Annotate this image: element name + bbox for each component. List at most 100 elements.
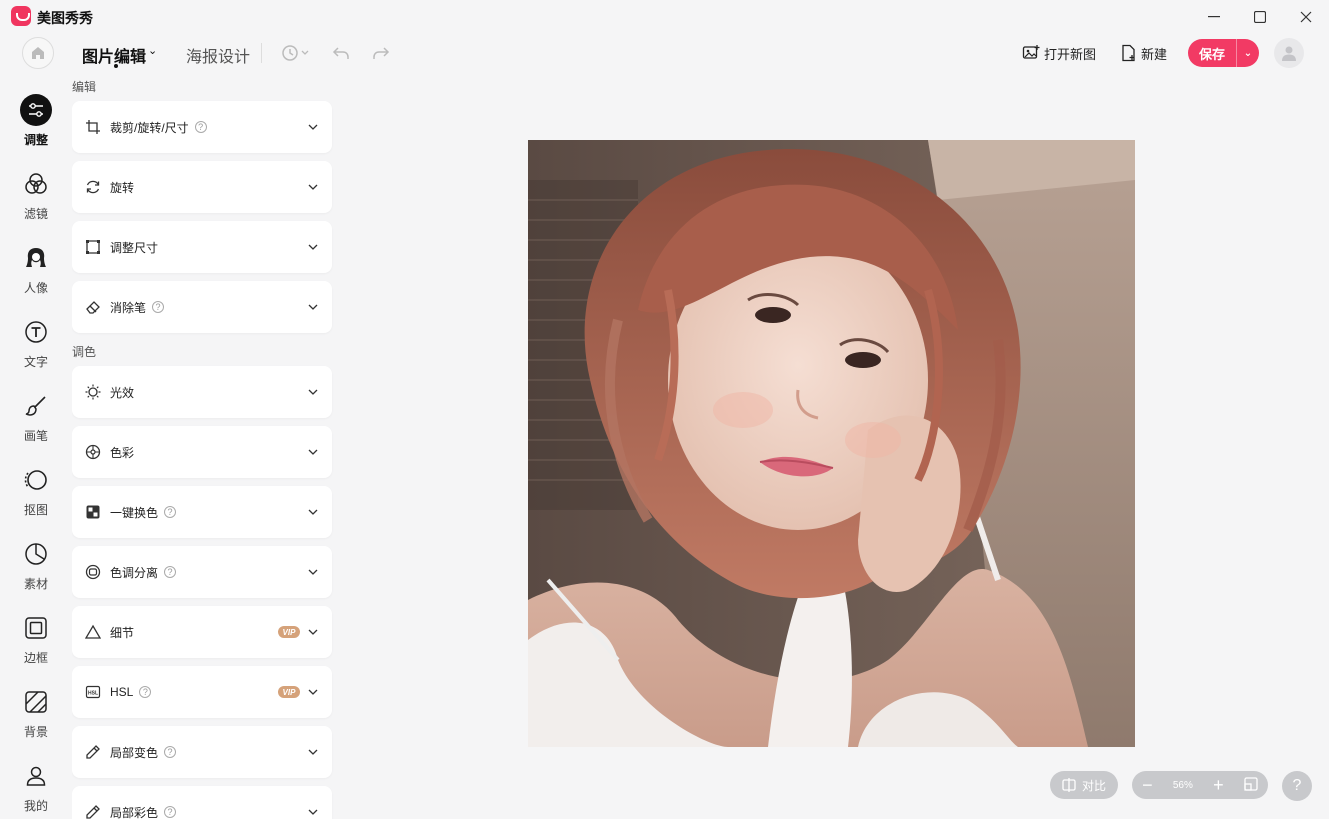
panel-item-label: 旋转: [110, 180, 135, 195]
rail-label-brush: 画笔: [23, 429, 48, 443]
chevron-down-icon: [306, 120, 320, 134]
new-button[interactable]: 新建: [1121, 44, 1167, 62]
sticker-icon: [20, 538, 52, 570]
rail-item-frame[interactable]: 边框: [0, 612, 72, 672]
chevron-down-icon: [306, 240, 320, 254]
chevron-down-icon: [306, 385, 320, 399]
fit-to-screen-button[interactable]: [1244, 776, 1258, 794]
undo-icon: [332, 47, 349, 59]
close-button[interactable]: [1298, 9, 1314, 25]
panel-item-label: 裁剪/旋转/尺寸: [110, 120, 189, 135]
title-bar: 美图秀秀: [0, 0, 1329, 34]
chevron-down-icon[interactable]: ⌄: [148, 44, 157, 57]
history-icon: [282, 45, 309, 61]
detail-icon: [84, 623, 102, 641]
panel-item-tone-split[interactable]: 色调分离 ?: [72, 546, 332, 598]
cutout-icon: [20, 464, 52, 496]
help-icon[interactable]: ?: [194, 121, 207, 133]
panel-item-label: HSL: [110, 685, 134, 699]
help-button[interactable]: ?: [1282, 771, 1312, 801]
panel-item-light[interactable]: 光效: [72, 366, 332, 418]
new-file-icon: [1122, 44, 1135, 62]
rail-item-adjust[interactable]: 调整: [0, 94, 72, 154]
history-button[interactable]: [280, 43, 310, 63]
background-icon: [20, 686, 52, 718]
panel-item-label: 消除笔: [110, 300, 147, 315]
minimize-icon: [1208, 16, 1220, 18]
rail-label-background: 背景: [23, 725, 48, 739]
save-button[interactable]: 保存 ⌄: [1188, 39, 1259, 67]
help-icon[interactable]: ?: [164, 566, 177, 578]
portrait-icon: [20, 242, 52, 274]
open-image-button[interactable]: 打开新图: [1022, 44, 1096, 62]
chevron-down-icon: [306, 505, 320, 519]
compare-button[interactable]: 对比: [1050, 771, 1118, 799]
home-button[interactable]: [22, 37, 54, 69]
rail-item-background[interactable]: 背景: [0, 686, 72, 746]
text-icon: [20, 316, 52, 348]
redo-button[interactable]: [372, 43, 390, 63]
rail-item-cutout[interactable]: 抠图: [0, 464, 72, 524]
rail-label-sticker: 素材: [23, 577, 48, 591]
save-label: 保存: [1198, 46, 1225, 62]
zoom-level: 56%: [1172, 779, 1193, 791]
rail-item-sticker[interactable]: 素材: [0, 538, 72, 598]
rail-label-portrait: 人像: [23, 281, 48, 295]
canvas-photo[interactable]: [528, 140, 1135, 747]
help-icon[interactable]: ?: [152, 301, 165, 313]
panel-item-color[interactable]: 色彩: [72, 426, 332, 478]
rail-item-filter[interactable]: 滤镜: [0, 168, 72, 228]
avatar[interactable]: [1274, 38, 1304, 68]
help-icon[interactable]: ?: [164, 806, 177, 818]
crop-icon: [84, 118, 102, 136]
help-icon[interactable]: ?: [139, 686, 152, 698]
panel-item-label: 色彩: [110, 445, 135, 460]
chevron-down-icon: [306, 805, 320, 819]
pen-icon: [84, 743, 102, 761]
filter-icon: [20, 168, 52, 200]
panel-item-eraser[interactable]: 消除笔 ?: [72, 281, 332, 333]
zoom-out-button[interactable]: −: [1142, 776, 1153, 794]
panel-item-resize[interactable]: 调整尺寸: [72, 221, 332, 273]
rail-item-text[interactable]: 文字: [0, 316, 72, 376]
zoom-in-button[interactable]: +: [1213, 776, 1224, 794]
panel-item-rotate[interactable]: 旋转: [72, 161, 332, 213]
chevron-down-icon: [306, 565, 320, 579]
maximize-button[interactable]: [1252, 9, 1268, 25]
color-icon: [84, 443, 102, 461]
tone-split-icon: [84, 563, 102, 581]
panel-item-crop[interactable]: 裁剪/旋转/尺寸 ?: [72, 101, 332, 153]
rail-item-brush[interactable]: 画笔: [0, 390, 72, 450]
rail-item-portrait[interactable]: 人像: [0, 242, 72, 302]
compare-icon: [1062, 778, 1076, 792]
rail-label-cutout: 抠图: [23, 503, 48, 517]
panel-item-recolor[interactable]: 一键换色 ?: [72, 486, 332, 538]
user-avatar-icon: [1282, 46, 1296, 61]
panel-item-local-recolor[interactable]: 局部变色 ?: [72, 726, 332, 778]
panel-item-detail[interactable]: 细节 VIP: [72, 606, 332, 658]
help-icon[interactable]: ?: [164, 506, 177, 518]
portrait-photo: [528, 140, 1135, 747]
help-icon[interactable]: ?: [164, 746, 177, 758]
minimize-button[interactable]: [1206, 9, 1222, 25]
undo-button[interactable]: [332, 43, 350, 63]
hsl-icon: HSL: [84, 683, 102, 701]
app-window: 美图秀秀 图片编辑 ⌄ 海报设计 打开新图 新建 保存 ⌄ 调整 滤镜 人像 文…: [0, 0, 1329, 819]
new-label: 新建: [1141, 46, 1168, 62]
chevron-down-icon: [306, 745, 320, 759]
app-logo: [11, 6, 31, 26]
close-icon: [1300, 11, 1312, 23]
open-image-label: 打开新图: [1044, 46, 1097, 62]
section-title-edit: 编辑: [72, 80, 97, 94]
rotate-icon: [84, 178, 102, 196]
panel-item-hsl[interactable]: HSL HSL ? VIP: [72, 666, 332, 718]
active-tab-indicator: [114, 64, 118, 68]
rail-item-mine[interactable]: 我的: [0, 760, 72, 819]
tab-poster-design[interactable]: 海报设计: [186, 43, 250, 67]
panel-item-local-color[interactable]: 局部彩色 ?: [72, 786, 332, 819]
vip-badge: VIP: [278, 686, 300, 698]
rail-label-adjust: 调整: [23, 133, 48, 147]
save-options-chevron-icon[interactable]: ⌄: [1237, 48, 1259, 59]
rail-label-text: 文字: [23, 355, 48, 369]
toolbar-divider: [261, 43, 262, 63]
